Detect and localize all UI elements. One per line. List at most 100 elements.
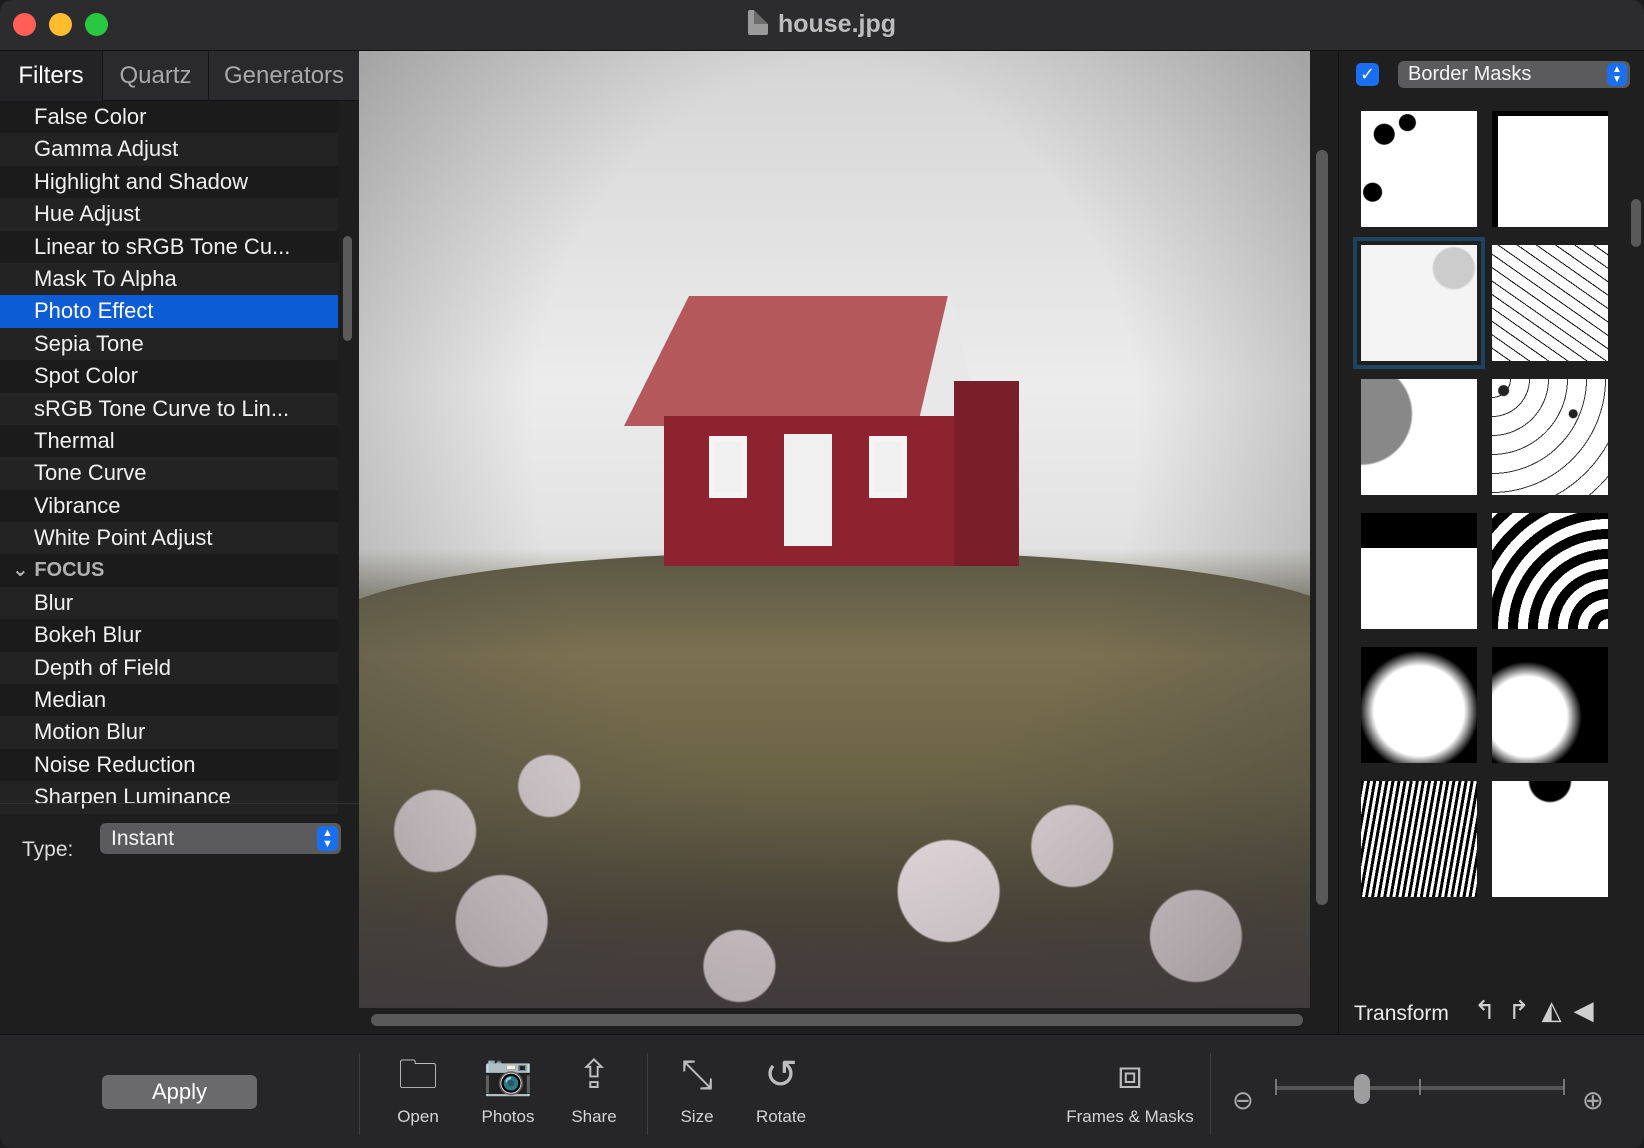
share-button[interactable]: ⇪ Share: [548, 1045, 640, 1141]
filter-list-item-label: Photo Effect: [34, 298, 154, 324]
zoom-slider-tick: [1563, 1079, 1565, 1095]
masks-enabled-checkbox[interactable]: ✓: [1356, 63, 1379, 86]
frames-masks-button[interactable]: ⧈ Frames & Masks: [1050, 1045, 1210, 1141]
masks-panel: ✓ Border Masks ▲ ▼ Transform ↰↱◭◀: [1338, 51, 1644, 1034]
bottom-toolbar: Apply 🗀 Open 📷 Photos ⇪ Share ⤡ Size ↺ R…: [0, 1034, 1644, 1148]
camera-icon: 📷: [483, 1053, 533, 1097]
mask-thumbnail[interactable]: [1361, 647, 1477, 763]
mask-thumbnail[interactable]: [1492, 513, 1608, 629]
apply-button[interactable]: Apply: [102, 1075, 257, 1109]
mask-thumbnail[interactable]: [1361, 111, 1477, 227]
title-bar: house.jpg: [0, 0, 1644, 51]
filter-list-item-label: sRGB Tone Curve to Lin...: [34, 395, 290, 421]
filter-list-item-label: White Point Adjust: [34, 525, 213, 551]
tab-quartz[interactable]: Quartz: [103, 51, 209, 101]
mask-thumbnail[interactable]: [1361, 513, 1477, 629]
filter-list-item-label: Noise Reduction: [34, 751, 196, 777]
filter-list-item[interactable]: False Color: [0, 101, 338, 134]
mask-thumbnail[interactable]: [1361, 379, 1477, 495]
tab-generators[interactable]: Generators: [209, 51, 359, 101]
window-title: house.jpg: [0, 10, 1644, 39]
filter-list-item[interactable]: Thermal: [0, 424, 338, 458]
zoom-in-icon[interactable]: ⊕: [1582, 1085, 1604, 1116]
transform-controls: ↰↱◭◀: [1474, 995, 1606, 1026]
filter-list-item-label: Median: [34, 687, 107, 713]
flip-horizontal-icon[interactable]: ◭: [1542, 995, 1574, 1025]
filter-list-item-label: Vibrance: [34, 492, 121, 518]
filter-list-item-label: Spot Color: [34, 363, 138, 389]
rotate-icon: ↺: [764, 1053, 798, 1097]
filter-list-item[interactable]: White Point Adjust: [0, 522, 338, 555]
type-select-value: Instant: [111, 827, 175, 850]
flip-vertical-icon[interactable]: ◀: [1574, 995, 1606, 1025]
size-button[interactable]: ⤡ Size: [651, 1045, 743, 1141]
filter-list-item[interactable]: Vibrance: [0, 489, 338, 523]
filter-list-item[interactable]: Sepia Tone: [0, 327, 338, 361]
filter-list-item[interactable]: Depth of Field: [0, 651, 338, 685]
canvas-horizontal-scrollbar[interactable]: [371, 1014, 1303, 1026]
type-label: Type:: [22, 838, 74, 861]
mask-thumbnail[interactable]: [1361, 781, 1477, 897]
filter-list-item-label: Tone Curve: [34, 460, 147, 486]
toolbar-divider: [359, 1053, 360, 1135]
share-icon: ⇪: [577, 1053, 611, 1097]
filter-list-item[interactable]: Photo Effect: [0, 295, 338, 328]
filter-list-item[interactable]: Motion Blur: [0, 716, 338, 749]
photo-canvas[interactable]: [359, 51, 1310, 1008]
mask-thumbnail[interactable]: [1492, 111, 1608, 227]
filter-list-item[interactable]: Noise Reduction: [0, 748, 338, 782]
mask-thumbnail[interactable]: [1492, 781, 1608, 897]
filter-list-item[interactable]: Highlight and Shadow: [0, 165, 338, 199]
frames-masks-label: Frames & Masks: [1066, 1107, 1194, 1126]
zoom-slider-knob[interactable]: [1354, 1074, 1370, 1104]
filter-list-item-label: Mask To Alpha: [34, 265, 177, 291]
filter-list-item-label: Linear to sRGB Tone Cu...: [34, 233, 291, 259]
mask-thumbnail[interactable]: [1492, 647, 1608, 763]
chevron-updown-icon: ▲ ▼: [1607, 63, 1627, 86]
rotate-right-icon[interactable]: ↱: [1508, 995, 1542, 1025]
mask-thumbnail-grid: [1339, 111, 1625, 908]
photos-button[interactable]: 📷 Photos: [462, 1045, 554, 1141]
tab-filters[interactable]: Filters: [0, 51, 103, 101]
share-label: Share: [571, 1107, 617, 1126]
rotate-button[interactable]: ↺ Rotate: [735, 1045, 827, 1141]
chevron-updown-icon: ▲ ▼: [317, 826, 338, 851]
mask-thumbnail[interactable]: [1353, 237, 1485, 369]
filter-list-item[interactable]: Tone Curve: [0, 457, 338, 490]
open-button[interactable]: 🗀 Open: [372, 1045, 464, 1141]
window-title-text: house.jpg: [777, 10, 897, 38]
filter-list-item-label: Bokeh Blur: [34, 622, 142, 648]
filter-list-item[interactable]: Linear to sRGB Tone Cu...: [0, 230, 338, 263]
mask-thumbnail[interactable]: [1492, 379, 1608, 495]
type-select[interactable]: Instant ▲ ▼: [100, 823, 341, 854]
filter-list-item[interactable]: Hue Adjust: [0, 198, 338, 231]
open-label: Open: [397, 1107, 439, 1126]
filter-list-item[interactable]: Blur: [0, 586, 338, 620]
photos-label: Photos: [481, 1107, 535, 1126]
mask-category-select[interactable]: Border Masks ▲ ▼: [1398, 61, 1630, 88]
filter-list-item[interactable]: Spot Color: [0, 360, 338, 393]
filter-list-item[interactable]: Gamma Adjust: [0, 133, 338, 166]
document-icon: [747, 10, 768, 35]
transform-label: Transform: [1354, 1002, 1449, 1025]
filter-list-item-label: Highlight and Shadow: [34, 168, 249, 194]
zoom-slider-tick: [1275, 1079, 1277, 1095]
filter-list-item[interactable]: sRGB Tone Curve to Lin...: [0, 392, 338, 425]
list-section-header[interactable]: ⌄ FOCUS: [0, 554, 338, 587]
mask-thumbnail[interactable]: [1492, 245, 1608, 361]
filter-list-item[interactable]: Mask To Alpha: [0, 262, 338, 296]
filter-list-scrollbar[interactable]: [343, 236, 352, 341]
filter-list-item-label: Motion Blur: [34, 719, 146, 745]
filter-list-item-label: False Color: [34, 104, 147, 129]
filter-list-item[interactable]: Bokeh Blur: [0, 619, 338, 652]
filter-list-item-label: Hue Adjust: [34, 201, 141, 227]
filter-list-item-label: Sepia Tone: [34, 330, 144, 356]
canvas-vertical-scrollbar[interactable]: [1316, 150, 1328, 905]
filter-list-item[interactable]: Median: [0, 684, 338, 717]
rotate-left-icon[interactable]: ↰: [1474, 995, 1508, 1025]
filter-list: False Color Gamma Adjust Highlight and Sha…: [0, 101, 338, 853]
filter-list-item-label: FOCUS: [34, 559, 105, 582]
folder-icon: 🗀: [398, 1053, 438, 1097]
zoom-out-icon[interactable]: ⊖: [1232, 1085, 1254, 1116]
mask-grid-scrollbar[interactable]: [1631, 199, 1641, 247]
